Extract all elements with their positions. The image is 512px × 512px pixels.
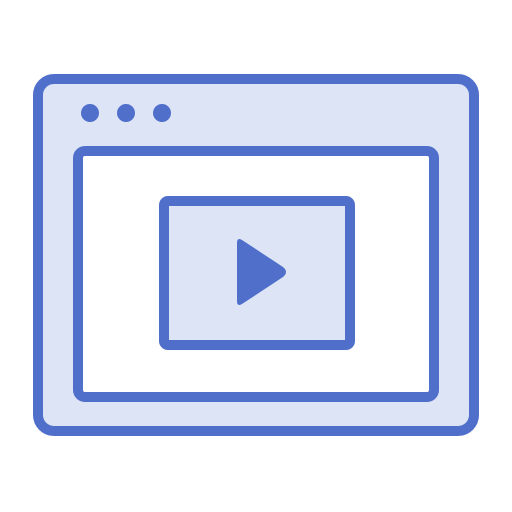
icon-canvas <box>0 0 512 512</box>
browser-video-player-icon <box>33 74 479 436</box>
window-dot-icon <box>153 104 171 122</box>
window-controls <box>81 104 171 122</box>
window-dot-icon <box>81 104 99 122</box>
window-dot-icon <box>117 104 135 122</box>
